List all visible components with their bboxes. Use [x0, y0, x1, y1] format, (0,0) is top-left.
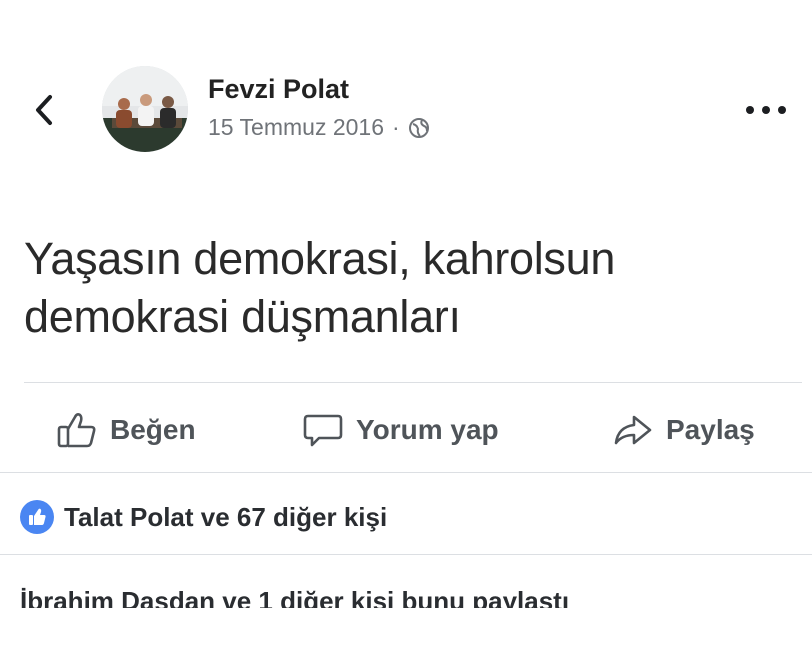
author-name[interactable]: Fevzi Polat	[208, 74, 349, 105]
share-button[interactable]: Paylaş	[612, 397, 755, 463]
back-button[interactable]	[28, 90, 60, 130]
post-text-line: Yaşasın demokrasi, kahrolsun	[24, 233, 616, 284]
dot-icon	[778, 106, 786, 114]
divider	[0, 472, 812, 473]
post-text: Yaşasın demokrasi, kahrolsun demokrasi d…	[24, 230, 784, 346]
post-date[interactable]: 15 Temmuz 2016	[208, 114, 384, 141]
globe-icon	[408, 117, 429, 138]
action-bar: Beğen Yorum yap Paylaş	[0, 397, 812, 463]
divider	[24, 382, 802, 383]
avatar[interactable]	[102, 66, 188, 152]
chevron-left-icon	[36, 95, 52, 125]
share-label: Paylaş	[666, 414, 755, 445]
shares-summary[interactable]: İbrahim Daşdan ve 1 diğer kişi bunu payl…	[20, 584, 569, 608]
like-label: Beğen	[110, 414, 196, 445]
post-text-line: demokrasi düşmanları	[24, 291, 461, 342]
comment-button[interactable]: Yorum yap	[302, 397, 499, 463]
post-meta: 15 Temmuz 2016 ·	[208, 114, 430, 141]
thumbs-up-icon	[57, 413, 96, 448]
dot-icon	[762, 106, 770, 114]
share-icon	[614, 415, 652, 445]
reactions-summary[interactable]: Talat Polat ve 67 diğer kişi	[20, 500, 387, 534]
like-button[interactable]: Beğen	[56, 397, 196, 463]
comment-icon	[303, 414, 343, 447]
more-options-button[interactable]	[746, 100, 786, 120]
divider	[0, 554, 812, 555]
like-reaction-icon	[20, 500, 54, 534]
post-card: Fevzi Polat 15 Temmuz 2016 · Yaşasın dem…	[0, 52, 812, 622]
comment-label: Yorum yap	[356, 414, 499, 445]
reactions-label: Talat Polat ve 67 diğer kişi	[64, 501, 388, 532]
dot-icon	[746, 106, 754, 114]
meta-separator: ·	[392, 114, 400, 140]
